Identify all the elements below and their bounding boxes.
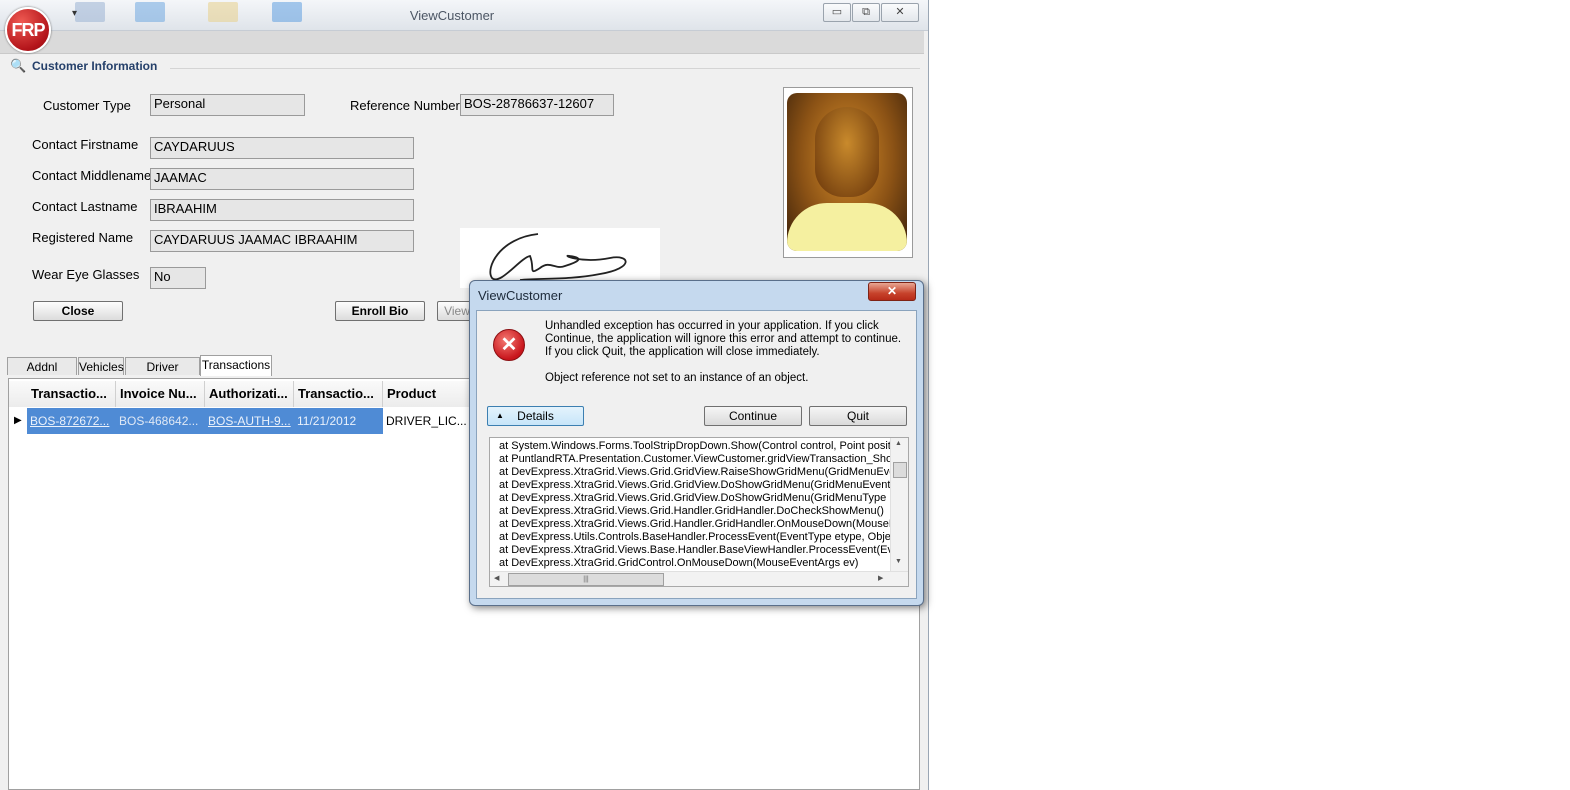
close-button[interactable]: Close — [33, 301, 123, 321]
divider — [170, 68, 920, 69]
vertical-scrollbar[interactable]: ▲ ▼ — [890, 438, 908, 571]
firstname-label: Contact Firstname — [32, 137, 139, 152]
stack-trace-line: at PuntlandRTA.Presentation.Customer.Vie… — [499, 453, 909, 465]
window-title: ViewCustomer — [409, 8, 495, 23]
dialog-close-button[interactable]: ✕ — [868, 282, 916, 301]
stack-trace-line: at DevExpress.XtraGrid.Views.Grid.GridVi… — [499, 492, 909, 504]
dialog-title: ViewCustomer — [478, 288, 563, 303]
minimize-button[interactable]: ▭ — [823, 3, 851, 22]
dialog-message: Unhandled exception has occurred in your… — [545, 320, 902, 358]
face-shape — [815, 107, 879, 197]
tab-transactions[interactable]: Transactions — [200, 355, 272, 376]
stack-trace-line: at System.Windows.Forms.ToolStripDropDow… — [499, 440, 906, 452]
stack-trace-line: at DevExpress.XtraGrid.Views.Grid.GridVi… — [499, 479, 908, 491]
close-window-button[interactable]: ✕ — [881, 3, 919, 22]
quit-button[interactable]: Quit — [809, 406, 907, 426]
app-logo[interactable]: FRP — [5, 7, 51, 53]
cell-invoice[interactable]: BOS-468642... — [116, 408, 205, 434]
column-header-transaction[interactable]: Transactio... — [27, 381, 116, 407]
stack-trace-line: at DevExpress.XtraGrid.Views.Grid.Handle… — [499, 518, 908, 530]
tab-vehicles[interactable]: Vehicles — [78, 357, 124, 375]
title-bar: ▾ ViewCustomer ▭ ⧉ ✕ — [0, 0, 928, 31]
reference-number-label: Reference Number — [350, 98, 460, 113]
ribbon-strip — [0, 31, 924, 54]
scroll-left-icon[interactable]: ◀ — [494, 574, 499, 582]
dialog-body: ✕ Unhandled exception has occurred in yo… — [476, 310, 917, 599]
grid-header-corner — [9, 381, 28, 407]
enroll-bio-button[interactable]: Enroll Bio — [335, 301, 425, 321]
registered-name-label: Registered Name — [32, 230, 134, 245]
reference-number-field[interactable]: BOS-28786637-12607 — [460, 94, 614, 116]
firstname-field[interactable]: CAYDARUUS — [150, 137, 414, 159]
quick-access-icon[interactable] — [208, 2, 238, 22]
tab-driver-license[interactable]: Driver License — [125, 357, 200, 392]
horizontal-scroll-thumb[interactable]: ||| — [508, 573, 664, 586]
middlename-label: Contact Middlename — [32, 168, 152, 183]
error-icon: ✕ — [493, 329, 525, 361]
group-header: 🔍 Customer Information — [10, 58, 920, 74]
shirt-shape — [787, 203, 907, 251]
customer-photo-frame — [783, 87, 913, 258]
error-dialog: ViewCustomer ✕ ✕ Unhandled exception has… — [469, 280, 924, 606]
column-header-authorization[interactable]: Authorizati... — [205, 381, 294, 407]
search-icon: 🔍 — [10, 58, 27, 73]
signature-image — [460, 228, 660, 288]
scroll-down-icon[interactable]: ▼ — [895, 558, 902, 565]
continue-button[interactable]: Continue — [704, 406, 802, 426]
quick-access-dropdown-icon[interactable]: ▾ — [72, 8, 77, 19]
registered-name-field[interactable]: CAYDARUUS JAAMAC IBRAAHIM — [150, 230, 414, 252]
quick-access-icon[interactable] — [135, 2, 165, 22]
eye-glasses-field[interactable]: No — [150, 267, 206, 289]
cell-transaction-link[interactable]: BOS-872672... — [27, 408, 116, 434]
customer-type-field[interactable]: Personal — [150, 94, 305, 116]
stack-trace-line: at DevExpress.XtraGrid.GridControl.OnMou… — [499, 557, 859, 569]
eye-glasses-label: Wear Eye Glasses — [32, 267, 140, 282]
maximize-button[interactable]: ⧉ — [852, 3, 880, 22]
column-header-invoice[interactable]: Invoice Nu... — [116, 381, 205, 407]
exception-message: Object reference not set to an instance … — [545, 372, 809, 384]
lastname-label: Contact Lastname — [32, 199, 138, 214]
stack-trace-box[interactable]: at System.Windows.Forms.ToolStripDropDow… — [489, 437, 909, 587]
signature-icon — [489, 233, 627, 281]
stack-trace-line: at DevExpress.XtraGrid.Views.Base.Handle… — [499, 544, 903, 556]
tab-addnl-details[interactable]: Addnl Details — [7, 357, 77, 392]
lastname-field[interactable]: IBRAAHIM — [150, 199, 414, 221]
cell-transaction-date[interactable]: 11/21/2012 — [294, 408, 383, 434]
vertical-scroll-thumb[interactable] — [893, 462, 907, 478]
quick-access-icon[interactable] — [272, 2, 302, 22]
customer-photo — [787, 93, 907, 251]
column-header-transaction-date[interactable]: Transactio... — [294, 381, 383, 407]
cell-product[interactable]: DRIVER_LIC... — [383, 408, 473, 434]
group-title: Customer Information — [32, 59, 158, 73]
cell-authorization-link[interactable]: BOS-AUTH-9... — [205, 408, 294, 434]
details-button-label: Details — [517, 409, 554, 423]
middlename-field[interactable]: JAAMAC — [150, 168, 414, 190]
customer-type-label: Customer Type — [43, 98, 131, 113]
row-indicator-icon: ▶ — [14, 415, 22, 426]
collapse-arrow-icon: ▲ — [496, 411, 504, 420]
scroll-right-icon[interactable]: ▶ — [878, 574, 883, 582]
scroll-up-icon[interactable]: ▲ — [895, 440, 902, 447]
column-header-product[interactable]: Product — [383, 381, 473, 407]
stack-trace-line: at DevExpress.XtraGrid.Views.Grid.Handle… — [499, 505, 884, 517]
stack-trace-line: at DevExpress.Utils.Controls.BaseHandler… — [499, 531, 900, 543]
horizontal-scrollbar[interactable]: ◀ ||| ▶ — [490, 571, 908, 586]
details-button[interactable]: ▲ Details — [487, 406, 584, 426]
quick-access-icon[interactable] — [75, 2, 105, 22]
stack-trace-line: at DevExpress.XtraGrid.Views.Grid.GridVi… — [499, 466, 909, 478]
